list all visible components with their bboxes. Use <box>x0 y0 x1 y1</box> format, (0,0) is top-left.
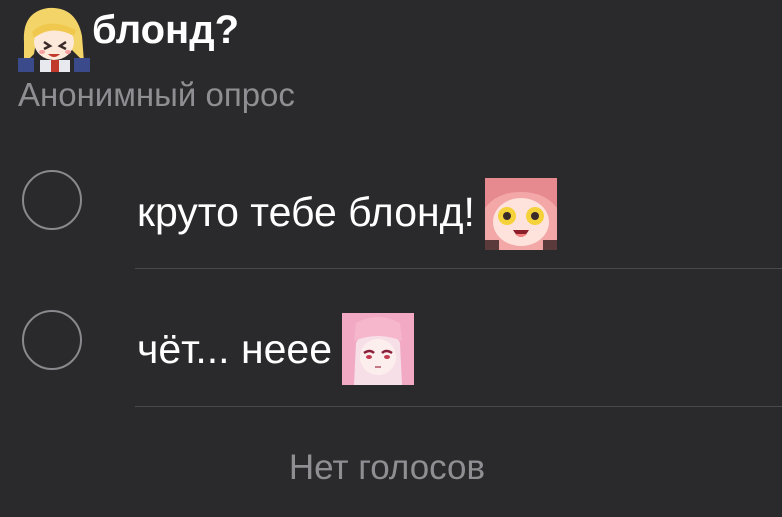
poll-option[interactable]: круто тебе блонд! <box>0 138 782 268</box>
option-text: круто тебе блонд! <box>137 188 475 235</box>
anime-blonde-girl-icon <box>18 2 90 72</box>
no-votes-text: Нет голосов <box>288 448 486 487</box>
radio-button[interactable] <box>22 310 82 370</box>
vote-count-label: Нет голосов <box>0 448 782 488</box>
anime-pink-hair-girl-icon <box>342 313 415 385</box>
radio-button[interactable] <box>22 170 82 230</box>
poll-title: блонд? <box>92 8 240 52</box>
option-label: круто тебе блонд! <box>137 176 557 250</box>
divider <box>135 406 782 407</box>
poll-header <box>18 2 90 72</box>
poll-type-label: Анонимный опрос <box>18 76 295 113</box>
poll-option[interactable]: чёт... неее <box>0 275 782 405</box>
divider <box>135 268 782 269</box>
option-text: чёт... неее <box>137 325 333 372</box>
option-label: чёт... неее <box>137 313 415 385</box>
anime-surprised-pink-hair-icon <box>484 178 557 250</box>
